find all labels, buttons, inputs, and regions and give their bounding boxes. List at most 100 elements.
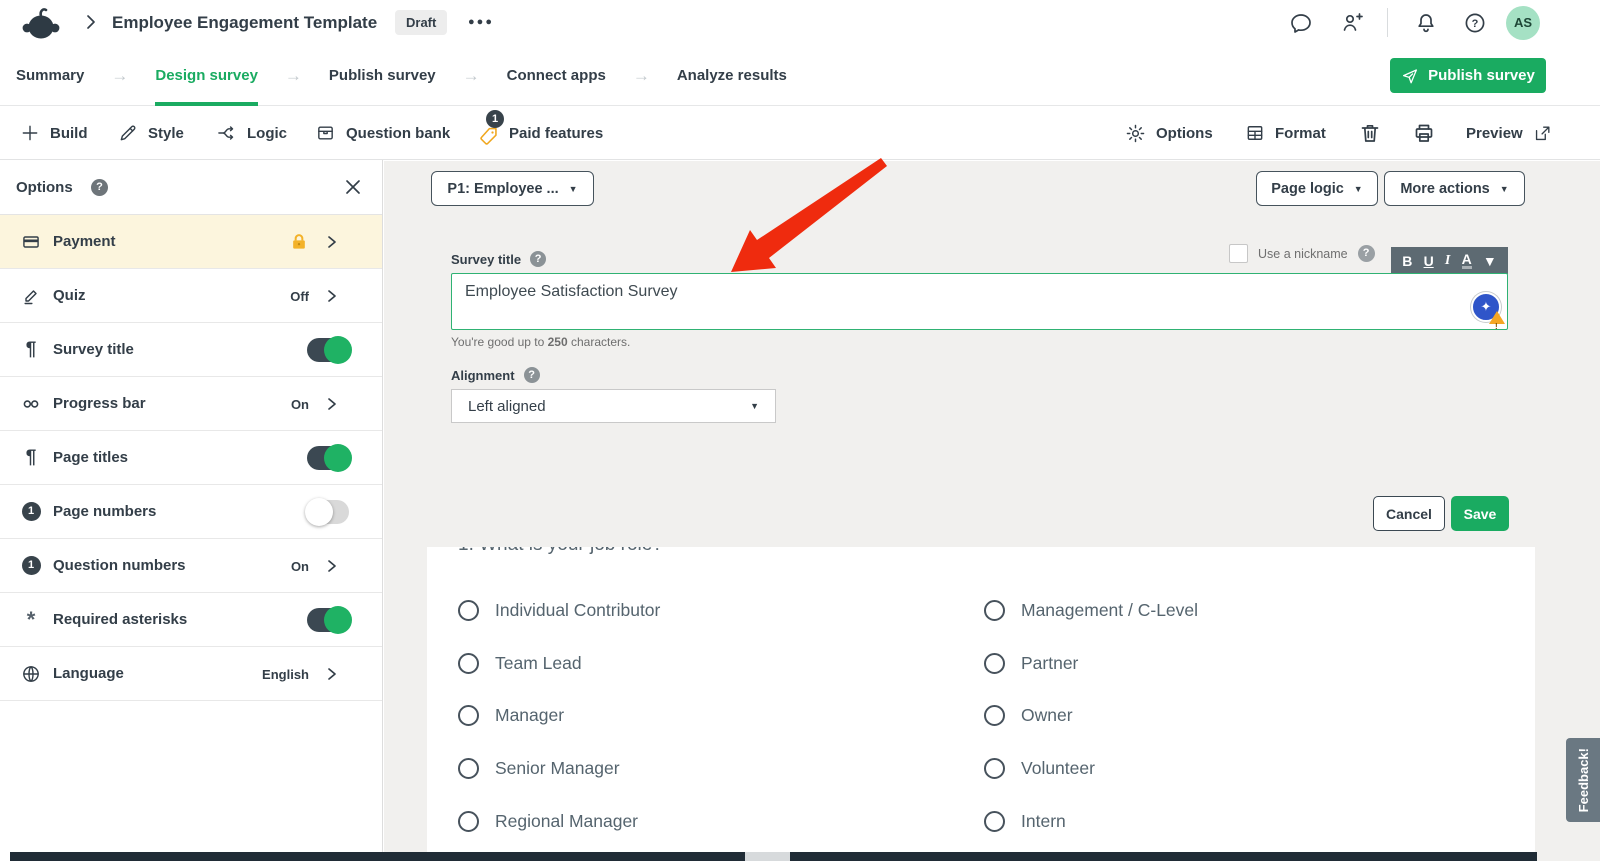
tab-connect-apps[interactable]: Connect apps bbox=[507, 45, 606, 106]
delete-trash-icon[interactable] bbox=[1358, 121, 1382, 145]
answer-option[interactable]: Team Lead bbox=[458, 653, 582, 674]
caret-down-icon: ▼ bbox=[1499, 183, 1509, 194]
answer-option[interactable]: Management / C-Level bbox=[984, 600, 1198, 621]
tab-publish-survey[interactable]: Publish survey bbox=[329, 45, 436, 106]
more-menu-button[interactable]: ●●● bbox=[466, 9, 496, 35]
top-header: Employee Engagement Template Draft ●●● ?… bbox=[0, 0, 1600, 45]
tab-design-survey[interactable]: Design survey bbox=[155, 45, 258, 106]
radio-icon[interactable] bbox=[984, 705, 1005, 726]
sidebar-item-quiz[interactable]: Quiz Off bbox=[0, 269, 382, 323]
answer-option[interactable]: Manager bbox=[458, 705, 564, 726]
branch-icon bbox=[218, 126, 234, 140]
preview-button[interactable]: Preview bbox=[1466, 106, 1552, 160]
answer-option[interactable]: Individual Contributor bbox=[458, 600, 660, 621]
radio-icon[interactable] bbox=[458, 811, 479, 832]
survey-title-help-icon[interactable]: ? bbox=[530, 251, 547, 267]
print-icon[interactable] bbox=[1412, 121, 1436, 145]
header-divider bbox=[1387, 8, 1388, 37]
radio-icon[interactable] bbox=[458, 600, 479, 621]
archive-box-icon bbox=[318, 126, 333, 140]
radio-icon[interactable] bbox=[984, 653, 1005, 674]
bold-button[interactable]: B bbox=[1402, 253, 1412, 269]
page-select-dropdown[interactable]: P1: Employee ... ▼ bbox=[431, 171, 594, 206]
document-title: Employee Engagement Template bbox=[112, 13, 378, 32]
brush-icon bbox=[120, 125, 136, 141]
add-user-icon[interactable] bbox=[1340, 11, 1364, 35]
sidebar-item-required-asterisks[interactable]: * Required asterisks bbox=[0, 593, 382, 647]
answer-option[interactable]: Volunteer bbox=[984, 758, 1095, 779]
survey-title-input[interactable] bbox=[451, 273, 1508, 330]
bottom-edge-bar bbox=[790, 852, 1537, 861]
radio-icon[interactable] bbox=[984, 600, 1005, 621]
notifications-bell-icon[interactable] bbox=[1414, 11, 1438, 35]
sidebar-item-progress-bar[interactable]: Progress bar On bbox=[0, 377, 382, 431]
format-button[interactable]: Format bbox=[1245, 106, 1326, 160]
save-button[interactable]: Save bbox=[1451, 496, 1509, 531]
sidebar-item-page-numbers[interactable]: 1 Page numbers bbox=[0, 485, 382, 539]
avatar[interactable]: AS bbox=[1506, 6, 1540, 40]
svg-text:?: ? bbox=[1472, 18, 1479, 30]
use-nickname-checkbox[interactable] bbox=[1229, 244, 1248, 263]
sidebar-item-survey-title[interactable]: ¶ Survey title bbox=[0, 323, 382, 377]
alignment-select[interactable]: Left aligned ▼ bbox=[451, 389, 776, 423]
survey-title-toggle[interactable] bbox=[307, 336, 352, 364]
text-format-toolbar: B U I A ▼ bbox=[1391, 247, 1508, 274]
tab-analyze-results[interactable]: Analyze results bbox=[677, 45, 787, 106]
radio-icon[interactable] bbox=[984, 811, 1005, 832]
text-color-button[interactable]: A bbox=[1461, 252, 1472, 269]
radio-icon[interactable] bbox=[458, 705, 479, 726]
sidebar-item-payment[interactable]: Payment bbox=[0, 215, 382, 269]
page-titles-toggle[interactable] bbox=[307, 444, 352, 472]
page-numbers-toggle[interactable] bbox=[305, 498, 349, 526]
chevron-right-icon bbox=[328, 236, 336, 248]
paper-plane-icon bbox=[1403, 68, 1418, 83]
options-panel-title: Options bbox=[16, 179, 73, 196]
feedback-tab[interactable]: Feedback! bbox=[1566, 738, 1600, 822]
alignment-help-icon[interactable]: ? bbox=[523, 367, 540, 383]
publish-survey-button[interactable]: Publish survey bbox=[1390, 58, 1546, 93]
step-arrow-icon: → bbox=[111, 65, 129, 85]
radio-icon[interactable] bbox=[984, 758, 1005, 779]
question-card: 1. What is your job role? Individual Con… bbox=[427, 547, 1535, 861]
logic-button[interactable]: Logic bbox=[215, 106, 287, 160]
help-icon[interactable]: ? bbox=[1463, 11, 1487, 35]
answer-option[interactable]: Intern bbox=[984, 811, 1066, 832]
more-actions-dropdown[interactable]: More actions ▼ bbox=[1384, 171, 1525, 206]
options-panel: Options ? Payment Quiz Off ¶ Survey titl… bbox=[0, 160, 383, 861]
build-button[interactable]: Build bbox=[20, 106, 88, 160]
sidebar-item-page-titles[interactable]: ¶ Page titles bbox=[0, 431, 382, 485]
surveymonkey-logo[interactable] bbox=[22, 6, 60, 40]
chevron-right-icon bbox=[328, 398, 336, 410]
nickname-help-icon[interactable]: ? bbox=[1357, 245, 1375, 262]
ai-assist-button[interactable]: ✦! bbox=[1471, 292, 1505, 331]
answer-option[interactable]: Partner bbox=[984, 653, 1078, 674]
underline-button[interactable]: U bbox=[1424, 253, 1434, 269]
close-icon[interactable] bbox=[344, 178, 362, 196]
sidebar-item-language[interactable]: Language English bbox=[0, 647, 382, 701]
radio-icon[interactable] bbox=[458, 758, 479, 779]
question-bank-button[interactable]: Question bank bbox=[315, 106, 450, 160]
bottom-edge-bar bbox=[10, 852, 745, 861]
style-button[interactable]: Style bbox=[118, 106, 184, 160]
answer-option[interactable]: Owner bbox=[984, 705, 1073, 726]
bottom-edge-gap bbox=[745, 852, 790, 861]
step-arrow-icon: → bbox=[284, 65, 302, 85]
options-panel-header: Options ? bbox=[0, 160, 382, 215]
tab-summary[interactable]: Summary bbox=[16, 45, 84, 106]
answer-option[interactable]: Regional Manager bbox=[458, 811, 638, 832]
plus-icon bbox=[22, 125, 38, 141]
italic-button[interactable]: I bbox=[1445, 253, 1450, 269]
caret-down-icon: ▼ bbox=[1353, 183, 1363, 194]
required-asterisks-toggle[interactable] bbox=[307, 606, 352, 634]
caret-down-icon[interactable]: ▼ bbox=[1483, 253, 1497, 269]
chat-icon[interactable] bbox=[1289, 11, 1313, 35]
pencil-icon bbox=[18, 286, 44, 306]
page-logic-dropdown[interactable]: Page logic ▼ bbox=[1256, 171, 1378, 206]
survey-editor-app: Employee Engagement Template Draft ●●● ?… bbox=[0, 0, 1600, 861]
options-help-icon[interactable]: ? bbox=[91, 179, 108, 196]
options-button[interactable]: Options bbox=[1125, 106, 1213, 160]
answer-option[interactable]: Senior Manager bbox=[458, 758, 620, 779]
radio-icon[interactable] bbox=[458, 653, 479, 674]
sidebar-item-question-numbers[interactable]: 1 Question numbers On bbox=[0, 539, 382, 593]
cancel-button[interactable]: Cancel bbox=[1373, 496, 1445, 531]
